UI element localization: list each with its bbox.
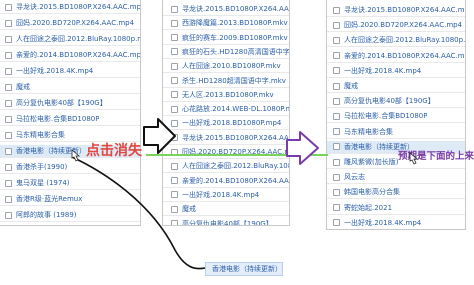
drag-path-line <box>71 156 206 270</box>
hand-cursor-icon-right <box>409 152 419 165</box>
overlay-arrows <box>71 118 419 270</box>
right-arrow-icon <box>143 118 176 154</box>
hand-cursor-icon <box>71 149 81 162</box>
purple-right-arrow-icon <box>286 131 319 165</box>
